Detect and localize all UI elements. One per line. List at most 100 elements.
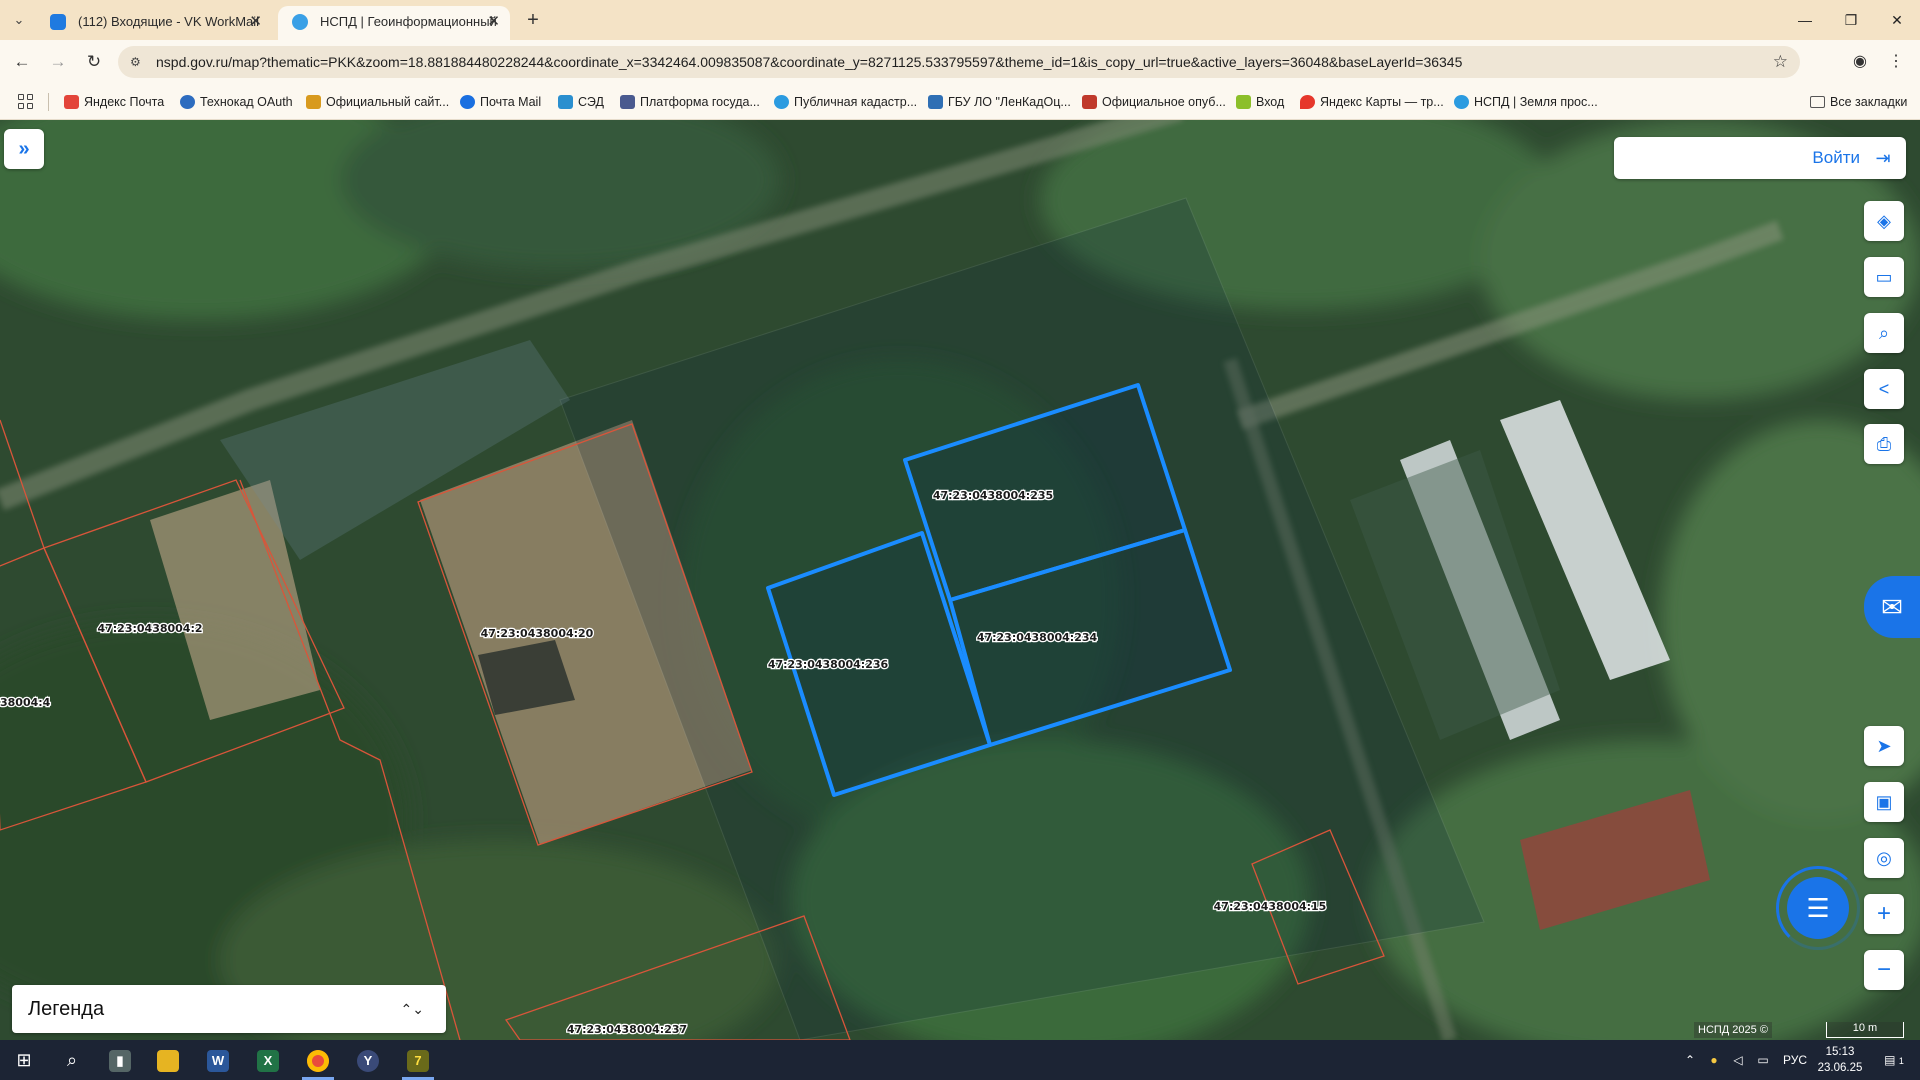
- share-icon: <: [1878, 379, 1890, 399]
- print-button[interactable]: ⎙: [1864, 424, 1904, 464]
- notifications-button[interactable]: ▤ 1: [1874, 1040, 1914, 1080]
- bookmark-label: Яндекс Карты — тр...: [1320, 95, 1444, 109]
- login-icon: ⇥: [1875, 148, 1891, 168]
- profile-icon[interactable]: ◉: [1846, 48, 1874, 76]
- legend-panel[interactable]: Легенда ⌃⌄: [12, 985, 446, 1033]
- taskbar-app-excel[interactable]: X: [244, 1040, 292, 1080]
- volume-icon[interactable]: ◁: [1728, 1040, 1748, 1080]
- bookmark-mail-ru[interactable]: Почта Mail: [460, 84, 541, 120]
- start-button[interactable]: ⊞: [0, 1040, 48, 1080]
- close-tab-icon[interactable]: ✕: [249, 6, 262, 38]
- zoom-in-button[interactable]: +: [1864, 894, 1904, 934]
- area-search-button[interactable]: ⌕: [1864, 313, 1904, 353]
- url-text[interactable]: nspd.gov.ru/map?thematic=PKK&zoom=18.881…: [156, 46, 1462, 78]
- zoom-out-button[interactable]: −: [1864, 950, 1904, 990]
- forward-button[interactable]: →: [44, 48, 72, 76]
- bookmark-yandex-mail[interactable]: Яндекс Почта: [64, 84, 164, 120]
- screen: ⌄ (112) Входящие - VK WorkMail ✕ НСПД | …: [0, 0, 1920, 1080]
- bookmark-sed[interactable]: СЭД: [558, 84, 604, 120]
- bookmark-official-site[interactable]: Официальный сайт...: [306, 84, 449, 120]
- flag-favicon-icon: [1082, 95, 1097, 109]
- bookmark-label: Платформа госуда...: [640, 95, 760, 109]
- expand-panel-button[interactable]: »: [4, 129, 44, 169]
- chat-button[interactable]: ☰: [1776, 866, 1860, 950]
- tab-nspd[interactable]: НСПД | Геоинформационный ✕: [278, 6, 510, 40]
- gbu-favicon-icon: [928, 95, 943, 109]
- bookmark-label: ГБУ ЛО "ЛенКадОц...: [948, 95, 1071, 109]
- legend-label: Легенда: [28, 998, 105, 1020]
- all-bookmarks-folder[interactable]: Все закладки: [1810, 84, 1907, 120]
- bookmark-star-icon[interactable]: ☆: [1773, 46, 1788, 78]
- taskbar-app-explorer[interactable]: [144, 1040, 192, 1080]
- bookmark-label: Почта Mail: [480, 95, 542, 109]
- taskbar-app-7zip[interactable]: 7: [394, 1040, 442, 1080]
- address-bar[interactable]: ⚙ nspd.gov.ru/map?thematic=PKK&zoom=18.8…: [118, 46, 1800, 78]
- bookmark-label: Яндекс Почта: [84, 95, 165, 109]
- folder-icon: [157, 1050, 179, 1073]
- new-tab-button[interactable]: +: [520, 8, 546, 34]
- browser-tab-bar: ⌄ (112) Входящие - VK WorkMail ✕ НСПД | …: [0, 0, 1920, 40]
- back-button[interactable]: ←: [8, 48, 36, 76]
- excel-icon: X: [257, 1050, 279, 1073]
- parcel-label-15: 47:23:0438004:15: [1214, 900, 1327, 913]
- print-icon: ⎙: [1876, 434, 1892, 454]
- bookmark-lenkadoc[interactable]: ГБУ ЛО "ЛенКадОц...: [928, 84, 1071, 120]
- at-sign-favicon-icon: [460, 95, 475, 109]
- notification-icon: ▤: [1884, 1053, 1896, 1067]
- bookmark-label: СЭД: [578, 95, 604, 109]
- taskbar-app-yandex[interactable]: Y: [344, 1040, 392, 1080]
- browser-menu-icon[interactable]: ⋮: [1882, 48, 1910, 76]
- minimize-button[interactable]: —: [1782, 4, 1828, 36]
- tab-vk-workmail[interactable]: (112) Входящие - VK WorkMail ✕: [36, 6, 272, 40]
- bookmarks-divider: [48, 93, 49, 111]
- taskbar-app-voice[interactable]: ▮: [96, 1040, 144, 1080]
- tips-icon[interactable]: ●: [1704, 1040, 1724, 1080]
- apps-grid-icon[interactable]: [18, 94, 34, 110]
- site-info-icon[interactable]: ⚙: [130, 54, 146, 70]
- nspd-favicon-icon: [1454, 95, 1469, 109]
- network-icon[interactable]: ▭: [1752, 1040, 1774, 1080]
- map-attribution: НСПД 2025 ©: [1694, 1022, 1772, 1038]
- system-clock[interactable]: 15:13 23.06.25: [1812, 1044, 1868, 1076]
- bookmark-label: НСПД | Земля прос...: [1474, 95, 1598, 109]
- keyboard-language[interactable]: РУС: [1778, 1040, 1812, 1080]
- close-window-button[interactable]: ✕: [1874, 4, 1920, 36]
- bookmark-official-publication[interactable]: Официальное опуб...: [1082, 84, 1226, 120]
- share-button[interactable]: <: [1864, 369, 1904, 409]
- bookmark-tehnokad[interactable]: Технокад OAuth: [180, 84, 293, 120]
- parcel-label-235: 47:23:0438004:235: [933, 489, 1053, 502]
- tab-search-icon[interactable]: ⌄: [6, 8, 32, 32]
- bookmark-gos-platform[interactable]: Платформа госуда...: [620, 84, 760, 120]
- feedback-side-tab[interactable]: ✉: [1864, 576, 1920, 638]
- basemap-button[interactable]: ▣: [1864, 782, 1904, 822]
- search-button[interactable]: ⌕: [48, 1040, 96, 1080]
- yandex-browser-icon: Y: [357, 1050, 379, 1073]
- reload-button[interactable]: ↻: [80, 48, 108, 76]
- bookmark-label: Официальный сайт...: [326, 95, 450, 109]
- bookmark-yandex-maps[interactable]: Яндекс Карты — тр...: [1300, 84, 1444, 120]
- show-hidden-icons[interactable]: ⌃: [1680, 1040, 1700, 1080]
- scale-bar: 10 m: [1826, 1022, 1904, 1038]
- close-tab-icon[interactable]: ✕: [487, 6, 500, 38]
- layers-icon: ◈: [1877, 211, 1891, 231]
- bookmark-public-cadastral[interactable]: Публичная кадастр...: [774, 84, 917, 120]
- parcel-label-236: 47:23:0438004:236: [768, 658, 889, 671]
- geolocation-button[interactable]: ◎: [1864, 838, 1904, 878]
- login-button[interactable]: Войти ⇥: [1614, 137, 1906, 179]
- nspd-favicon-icon: [292, 14, 308, 30]
- sed-favicon-icon: [558, 95, 573, 109]
- parcel-label-2: 47:23:0438004:2: [97, 622, 202, 635]
- locate-button[interactable]: ➤: [1864, 726, 1904, 766]
- bookmark-nspd-land[interactable]: НСПД | Земля прос...: [1454, 84, 1598, 120]
- layers-button[interactable]: ◈: [1864, 201, 1904, 241]
- map-canvas[interactable]: 47:23:0438004:235 47:23:0438004:234 47:2…: [0, 120, 1920, 1040]
- bookmarks-bar: Яндекс Почта Технокад OAuth Официальный …: [0, 84, 1920, 120]
- bookmark-login[interactable]: Вход: [1236, 84, 1284, 120]
- bookmark-label: Официальное опуб...: [1102, 95, 1226, 109]
- feedback-icon: ✉: [1881, 592, 1903, 622]
- chat-bubble-icon: ☰: [1787, 877, 1849, 939]
- taskbar-app-chrome[interactable]: [294, 1040, 342, 1080]
- restore-button[interactable]: ❐: [1828, 4, 1874, 36]
- taskbar-app-word[interactable]: W: [194, 1040, 242, 1080]
- ruler-button[interactable]: ▭: [1864, 257, 1904, 297]
